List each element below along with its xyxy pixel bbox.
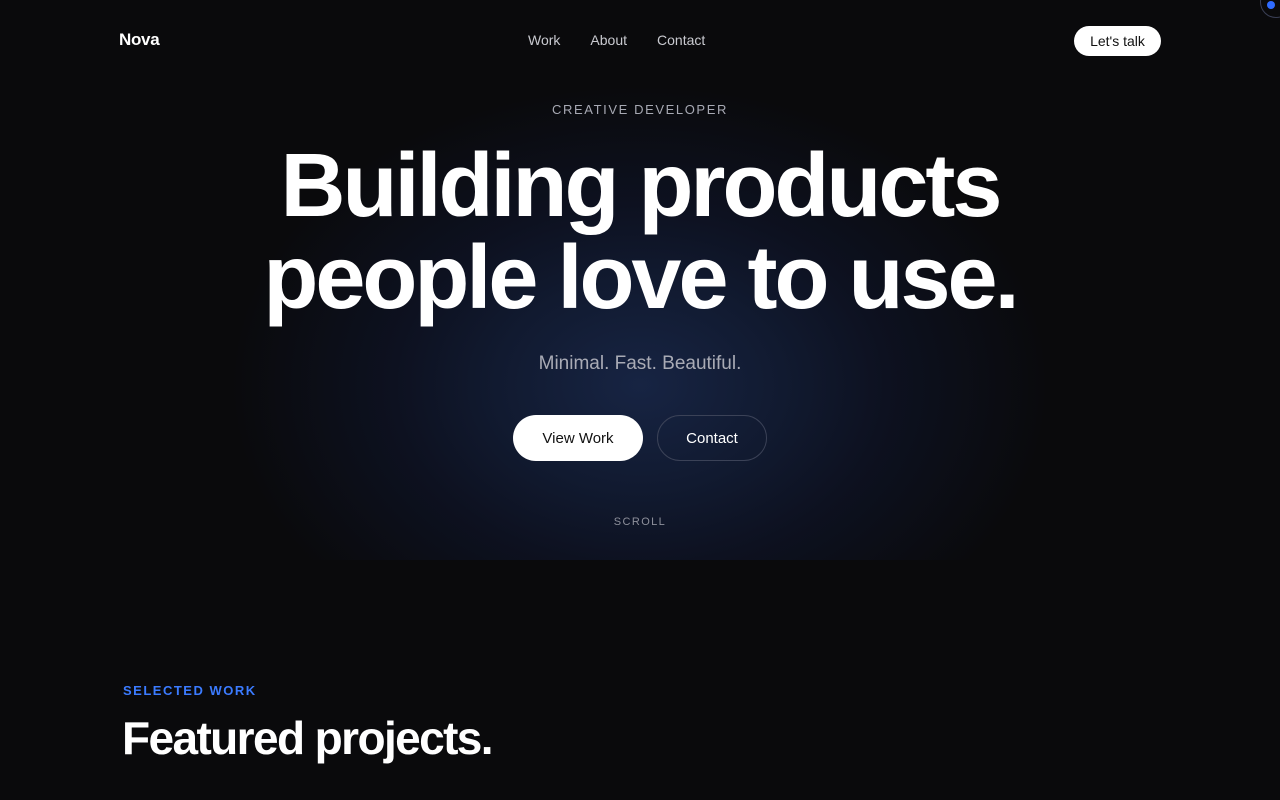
hero-headline-line-2: people love to use. bbox=[263, 228, 1019, 328]
hero-button-row: View Work Contact bbox=[513, 415, 767, 461]
page: Nova Work About Contact Let's talk CREAT… bbox=[0, 0, 1280, 800]
logo[interactable]: Nova bbox=[119, 30, 160, 50]
hero-subhead: Minimal. Fast. Beautiful. bbox=[538, 353, 742, 374]
lets-talk-button[interactable]: Let's talk bbox=[1074, 26, 1161, 56]
top-nav: Nova Work About Contact Let's talk bbox=[0, 0, 1280, 82]
theme-toggle-indicator[interactable] bbox=[1260, 0, 1280, 18]
nav-link-work[interactable]: Work bbox=[528, 32, 560, 48]
hero-eyebrow: CREATIVE DEVELOPER bbox=[552, 102, 728, 117]
hero-headline: Building products people love to use. bbox=[0, 140, 1280, 324]
nav-links: Work About Contact bbox=[528, 32, 705, 48]
contact-button[interactable]: Contact bbox=[657, 415, 767, 461]
indicator-dot-icon bbox=[1267, 1, 1275, 9]
work-title: Featured projects. bbox=[122, 712, 494, 764]
scroll-hint[interactable]: SCROLL bbox=[0, 516, 1280, 528]
nav-link-about[interactable]: About bbox=[590, 32, 627, 48]
nav-link-contact[interactable]: Contact bbox=[657, 32, 705, 48]
view-work-button[interactable]: View Work bbox=[513, 415, 643, 461]
work-eyebrow: SELECTED WORK bbox=[123, 683, 257, 698]
hero-headline-line-1: Building products bbox=[280, 136, 1003, 236]
